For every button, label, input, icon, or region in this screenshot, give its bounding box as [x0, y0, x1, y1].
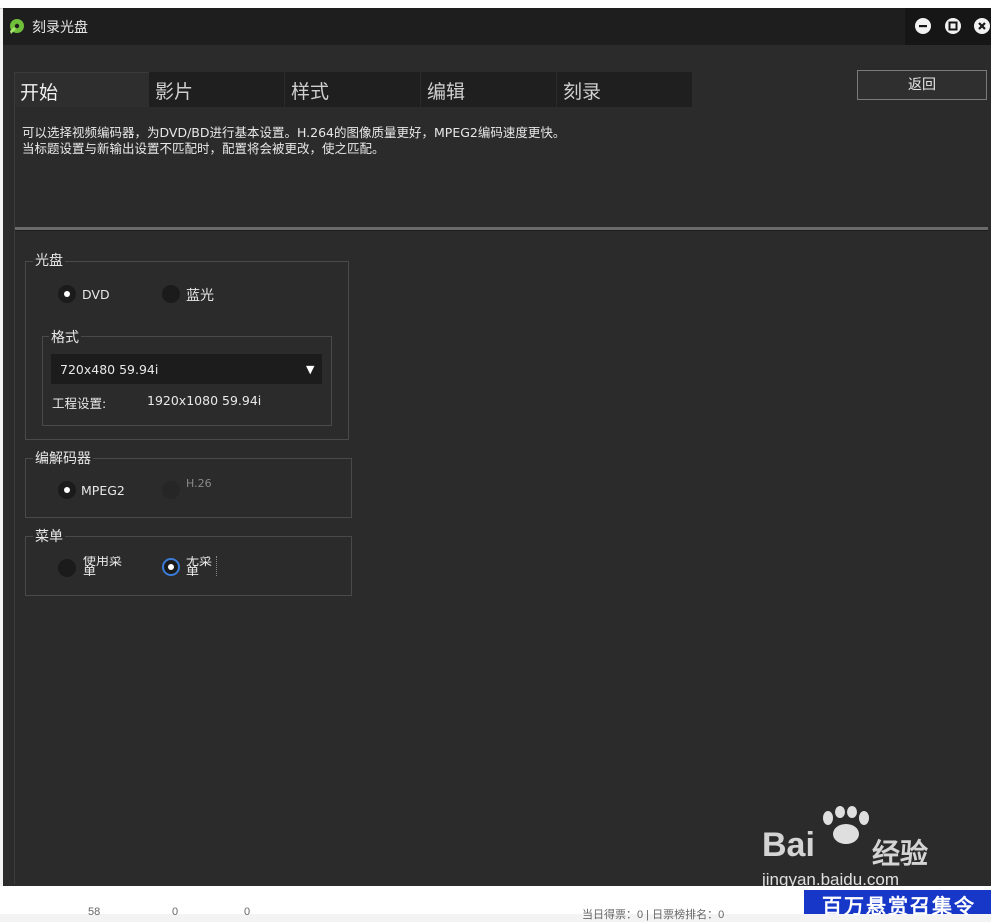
- tab-start[interactable]: 开始: [14, 72, 149, 107]
- fav-count: 0: [244, 906, 251, 918]
- disc-burn-icon: [10, 19, 24, 34]
- description-text: 可以选择视频编码器，为DVD/BD进行基本设置。H.264的图像质量更好，MPE…: [22, 125, 565, 157]
- back-button[interactable]: 返回: [857, 70, 987, 100]
- project-settings-label: 工程设置:: [52, 396, 107, 411]
- disc-bluray-label[interactable]: 蓝光: [186, 285, 214, 305]
- section-divider: [15, 227, 988, 231]
- menu-use-menu-label[interactable]: 使用菜单: [83, 556, 131, 576]
- tab-movie[interactable]: 影片: [149, 72, 284, 107]
- project-settings-value: 1920x1080 59.94i: [147, 393, 262, 408]
- like-count: 0: [172, 906, 179, 918]
- format-group-label: 格式: [49, 327, 81, 347]
- promo-banner-text: 百万悬赏召集令: [822, 894, 976, 918]
- window-title: 刻录光盘: [32, 20, 88, 36]
- rank-text: 当日得票：0 | 日票榜排名：0: [582, 909, 725, 921]
- watermark-url: jingyan.baidu.com: [762, 870, 900, 889]
- disc-group-label: 光盘: [33, 250, 65, 270]
- disc-dvd-label[interactable]: DVD: [82, 287, 110, 302]
- menu-group-label: 菜单: [33, 526, 65, 546]
- disc-dvd-radio[interactable]: [58, 285, 76, 303]
- minimize-icon[interactable]: [915, 18, 931, 34]
- tab-burn[interactable]: 刻录: [557, 72, 692, 107]
- dropdown-arrow-icon[interactable]: ▼: [306, 363, 314, 376]
- menu-use-menu-radio[interactable]: [58, 559, 76, 577]
- disc-bluray-radio[interactable]: [162, 285, 180, 303]
- title-bar[interactable]: [3, 8, 991, 45]
- format-select-value: 720x480 59.94i: [60, 362, 159, 377]
- view-count: 58: [88, 906, 101, 918]
- watermark-brand: Bai: [762, 826, 815, 864]
- close-icon[interactable]: [974, 18, 990, 34]
- description-line-2: 当标题设置与新输出设置不匹配时，配置将会被更改，使之匹配。: [22, 141, 385, 156]
- codec-mpeg2-radio[interactable]: [58, 481, 76, 499]
- tab-style[interactable]: 样式: [285, 72, 420, 107]
- codec-mpeg2-label[interactable]: MPEG2: [81, 483, 125, 498]
- watermark-brand-cn: 经验: [872, 837, 929, 870]
- tab-edit[interactable]: 编辑: [421, 72, 556, 107]
- restore-icon[interactable]: [945, 18, 961, 34]
- baidu-paw-icon: [823, 806, 869, 844]
- codec-group-label: 编解码器: [33, 448, 93, 468]
- content-left-border: [14, 72, 15, 884]
- codec-h264-radio[interactable]: [162, 481, 180, 499]
- menu-no-menu-radio[interactable]: [162, 558, 180, 576]
- menu-no-menu-label[interactable]: 无菜单: [186, 556, 217, 576]
- description-line-1: 可以选择视频编码器，为DVD/BD进行基本设置。H.264的图像质量更好，MPE…: [22, 125, 566, 140]
- codec-h264-label: H.264: [186, 479, 212, 490]
